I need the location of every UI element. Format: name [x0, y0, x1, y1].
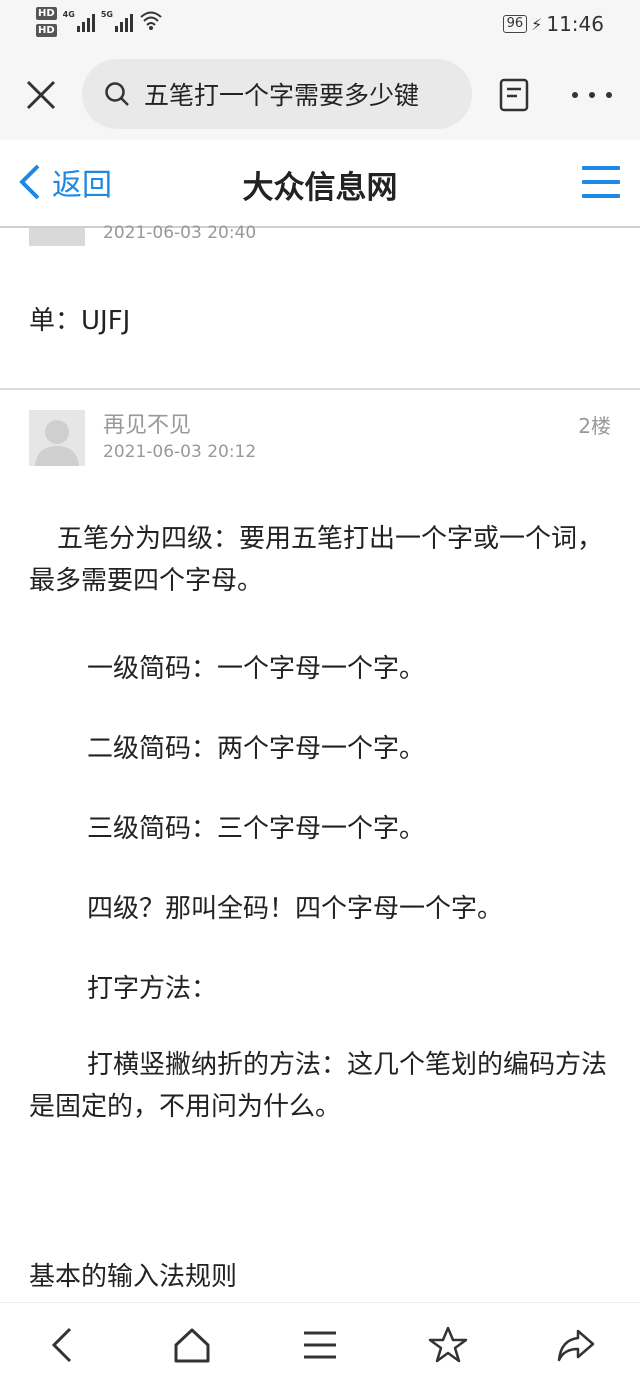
- status-bar: HD HD 4G 5G 96 ⚡ 11:46: [0, 0, 640, 50]
- share-icon[interactable]: [556, 1325, 596, 1365]
- search-icon: [105, 82, 129, 106]
- menu-icon[interactable]: [300, 1325, 340, 1365]
- status-left: HD HD 4G 5G: [36, 7, 163, 37]
- wifi-icon: [140, 11, 162, 30]
- prev-post-time: 2021-06-03 20:40: [103, 223, 257, 243]
- post-paragraph: 一级简码：一个字母一个字。: [87, 654, 426, 684]
- avatar: [29, 410, 85, 466]
- site-header: 返回 大众信息网: [0, 140, 640, 228]
- hd-badge-1: HD: [36, 7, 57, 20]
- star-icon[interactable]: [428, 1325, 468, 1365]
- reader-mode-icon[interactable]: [498, 78, 530, 112]
- back-icon[interactable]: [44, 1325, 84, 1365]
- prev-post-snippet: 单：UJFJ: [29, 306, 131, 336]
- browser-toolbar: 五笔打一个字需要多少键: [0, 50, 640, 140]
- hamburger-menu-icon[interactable]: [582, 166, 620, 198]
- hd-badge-2: HD: [36, 24, 57, 37]
- search-bar[interactable]: 五笔打一个字需要多少键: [82, 59, 472, 129]
- home-icon[interactable]: [172, 1325, 212, 1365]
- more-icon[interactable]: [572, 80, 612, 110]
- floor-number: 2楼: [578, 414, 611, 438]
- divider: [0, 388, 640, 390]
- post-paragraph: 基本的输入法规则: [29, 1262, 238, 1292]
- post-paragraph: 二级简码：两个字母一个字。: [87, 734, 426, 764]
- post-username[interactable]: 再见不见: [103, 407, 191, 439]
- search-query[interactable]: 五笔打一个字需要多少键: [144, 76, 444, 112]
- clock: 11:46: [546, 12, 604, 36]
- avatar-placeholder-icon: [29, 410, 85, 466]
- network-type-1: 4G: [62, 10, 75, 19]
- site-title: 大众信息网: [242, 170, 398, 206]
- signal-icon-2: 5G: [101, 10, 133, 32]
- charging-icon: ⚡: [531, 14, 543, 34]
- network-type-2: 5G: [100, 10, 113, 19]
- avatar: [29, 228, 85, 246]
- post-paragraph: 四级？那叫全码！四个字母一个字。: [87, 894, 504, 924]
- post-paragraph: 打横竖撇纳折的方法：这几个笔划的编码方法是固定的，不用问为什么。: [29, 1050, 608, 1122]
- post-time: 2021-06-03 20:12: [103, 442, 257, 462]
- bottom-navigation: [0, 1302, 640, 1387]
- post-paragraph: 打字方法：: [87, 974, 218, 1004]
- close-icon[interactable]: [24, 78, 58, 112]
- signal-icon-1: 4G: [63, 10, 95, 32]
- post-paragraph: 三级简码：三个字母一个字。: [87, 814, 426, 844]
- status-right: 96 ⚡ 11:46: [502, 12, 604, 36]
- post-paragraph: 五笔分为四级：要用五笔打出一个字或一个词，最多需要四个字母。: [29, 524, 604, 596]
- battery-icon: 96: [502, 15, 528, 33]
